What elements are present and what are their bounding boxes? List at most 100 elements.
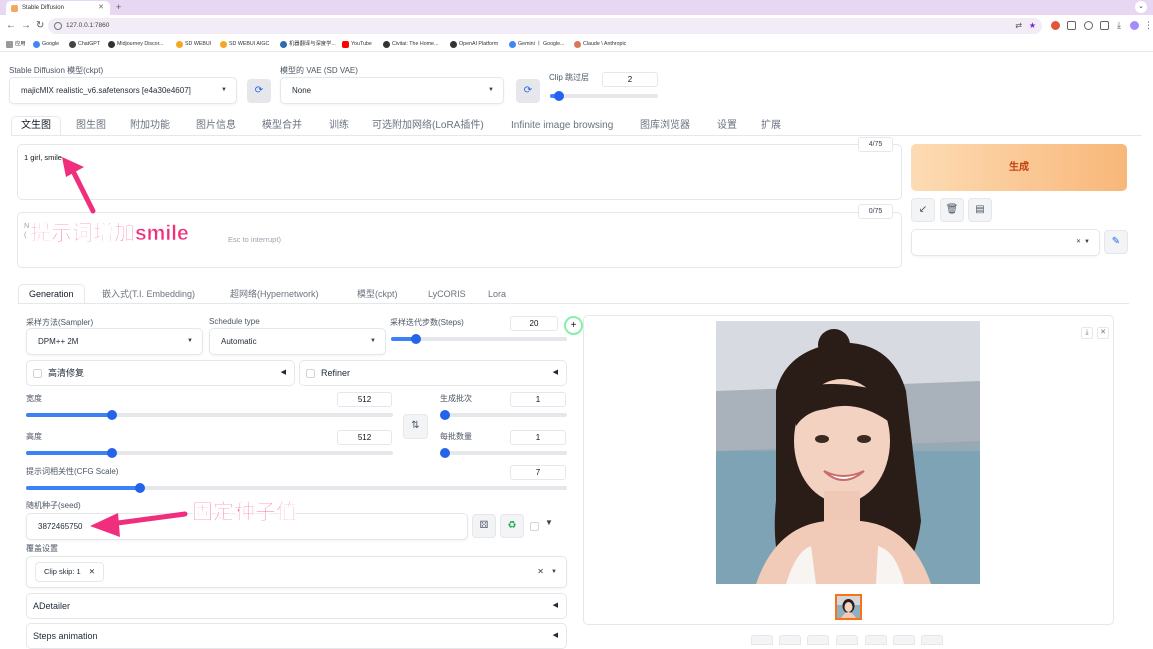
close-icon[interactable]: ✕ [1097, 327, 1109, 339]
clear-prompt-button[interactable]: 🗑 [940, 198, 964, 222]
new-tab-icon[interactable]: + [116, 0, 121, 14]
history-icon[interactable] [1084, 21, 1093, 30]
slider-handle[interactable] [134, 483, 145, 493]
swap-dimensions-button[interactable]: ⇅ [403, 414, 428, 439]
bookmark-item[interactable]: 机器翻译与深度学... [280, 40, 336, 49]
styles-select[interactable]: ✕ ▼ [911, 229, 1100, 256]
extension-icon[interactable] [1051, 21, 1060, 30]
vae-select[interactable]: None ▼ [280, 77, 504, 104]
remove-chip-icon[interactable]: ✕ [89, 567, 95, 576]
extra-seed-checkbox[interactable] [530, 522, 539, 531]
extensions-puzzle-icon[interactable] [1100, 21, 1109, 30]
slider-handle[interactable] [440, 410, 450, 420]
send-to-inpaint-button[interactable] [865, 635, 887, 645]
hires-fix-accordion[interactable]: 高清修复 ◀ [26, 360, 295, 386]
refresh-vae-button[interactable]: ⟳ [516, 79, 540, 103]
tab-extras[interactable]: 附加功能 [130, 117, 170, 135]
steps-slider[interactable] [391, 334, 567, 344]
override-settings-select[interactable]: Clip skip: 1 ✕ ✕ ▼ [26, 556, 567, 588]
edit-styles-button[interactable]: ✎ [1104, 230, 1128, 254]
hires-fix-checkbox[interactable] [33, 369, 42, 379]
menu-kebab-icon[interactable]: ⋮ [1144, 18, 1153, 32]
gallery-thumbnail[interactable] [835, 594, 862, 620]
clip-skip-input[interactable]: 2 [602, 72, 658, 87]
clip-skip-slider[interactable] [550, 91, 658, 101]
tab-image-browser[interactable]: 图库浏览器 [640, 117, 690, 135]
close-tab-icon[interactable]: ✕ [98, 1, 104, 15]
save-button[interactable] [779, 635, 801, 645]
download-icon[interactable]: ⤓ [1081, 327, 1093, 339]
tab-train[interactable]: 训练 [329, 117, 349, 135]
refresh-model-button[interactable]: ⟳ [247, 79, 271, 103]
tab-png-info[interactable]: 图片信息 [196, 117, 236, 135]
batch-count-input[interactable]: 1 [510, 392, 566, 407]
extra-seed-triangle-icon[interactable]: ▼ [545, 518, 553, 527]
send-to-extras-button[interactable] [893, 635, 915, 645]
model-select[interactable]: majicMIX realistic_v6.safetensors [e4a30… [9, 77, 237, 104]
clear-selection-icon[interactable]: ✕ [1076, 230, 1081, 255]
schedule-type-select[interactable]: Automatic ▼ [209, 328, 386, 355]
add-icon[interactable]: + [564, 316, 583, 335]
bookmark-item[interactable]: ChatGPT [69, 40, 100, 49]
bookmark-item[interactable]: Gemini 丨 Google... [509, 40, 565, 49]
slider-handle[interactable] [440, 448, 450, 458]
back-icon[interactable]: ← [6, 19, 16, 33]
reuse-seed-button[interactable]: ♻ [500, 514, 524, 538]
clear-all-icon[interactable]: ✕ [537, 557, 544, 587]
width-input[interactable]: 512 [337, 392, 392, 407]
open-folder-button[interactable] [751, 635, 773, 645]
prompt-textarea[interactable]: 1 girl, smile [17, 144, 902, 200]
tab-extensions[interactable]: 扩展 [761, 117, 781, 135]
tab-lycoris[interactable]: LyCORIS [428, 285, 466, 303]
height-slider[interactable] [26, 448, 393, 458]
tab-generation[interactable]: Generation [18, 284, 85, 303]
bookmark-item[interactable]: Claude \ Anthropic [574, 40, 626, 49]
sampler-select[interactable]: DPM++ 2M ▼ [26, 328, 203, 355]
refiner-accordion[interactable]: Refiner ◀ [299, 360, 567, 386]
bookmark-star-icon[interactable]: ★ [1029, 18, 1036, 34]
adetailer-accordion[interactable]: ADetailer ◀ [26, 593, 567, 619]
translate-icon[interactable]: ⇄ [1015, 18, 1022, 34]
address-bar[interactable]: 127.0.0.1:7860 ⇄ ★ [48, 18, 1042, 34]
bookmark-item[interactable]: SD WEBUI AIGC [220, 40, 269, 49]
apply-style-button[interactable]: ▤ [968, 198, 992, 222]
bookmark-item[interactable]: Civitai: The Home... [383, 40, 438, 49]
bookmark-item[interactable]: 应用 [6, 40, 26, 49]
slider-handle[interactable] [107, 410, 117, 420]
read-params-button[interactable]: ↙ [911, 198, 935, 222]
cfg-scale-slider[interactable] [26, 483, 567, 493]
tab-lora[interactable]: Lora [488, 285, 506, 303]
bookmark-item[interactable]: OpenAI Platform [450, 40, 498, 49]
tab-txt2img[interactable]: 文生图 [11, 116, 61, 135]
tab-infinite-image-browsing[interactable]: Infinite image browsing [511, 117, 613, 135]
tab-settings[interactable]: 设置 [717, 117, 737, 135]
slider-handle[interactable] [410, 334, 421, 344]
slider-handle[interactable] [107, 448, 117, 458]
refiner-checkbox[interactable] [306, 369, 315, 379]
tab-additional-networks[interactable]: 可选附加网络(LoRA插件) [372, 117, 484, 135]
send-to-img2img-button[interactable] [836, 635, 858, 645]
steps-animation-accordion[interactable]: Steps animation ◀ [26, 623, 567, 649]
tab-checkpoints[interactable]: 模型(ckpt) [357, 285, 398, 303]
download-icon[interactable]: ⤓ [1117, 18, 1121, 32]
slider-handle[interactable] [553, 91, 564, 101]
upscale-button[interactable] [921, 635, 943, 645]
bookmark-item[interactable]: Google [33, 40, 59, 49]
override-chip[interactable]: Clip skip: 1 ✕ [35, 562, 105, 582]
tab-embedding[interactable]: 嵌入式(T.I. Embedding) [102, 285, 195, 303]
random-seed-button[interactable]: ⚄ [472, 514, 496, 538]
tab-img2img[interactable]: 图生图 [76, 117, 106, 135]
bookmark-item[interactable]: YouTube [342, 40, 372, 49]
batch-size-input[interactable]: 1 [510, 430, 566, 445]
cfg-scale-input[interactable]: 7 [510, 465, 566, 480]
height-input[interactable]: 512 [337, 430, 392, 445]
reload-icon[interactable]: ↻ [36, 19, 44, 33]
steps-input[interactable]: 20 [510, 316, 558, 331]
batch-size-slider[interactable] [440, 448, 567, 458]
extension-icon[interactable] [1067, 21, 1076, 30]
tab-search-icon[interactable]: ⌄ [1135, 1, 1147, 13]
bookmark-item[interactable]: SD WEBUI [176, 40, 211, 49]
generated-image[interactable] [716, 321, 980, 584]
tab-merge[interactable]: 模型合并 [262, 117, 302, 135]
generate-button[interactable]: 生成 [911, 144, 1127, 191]
